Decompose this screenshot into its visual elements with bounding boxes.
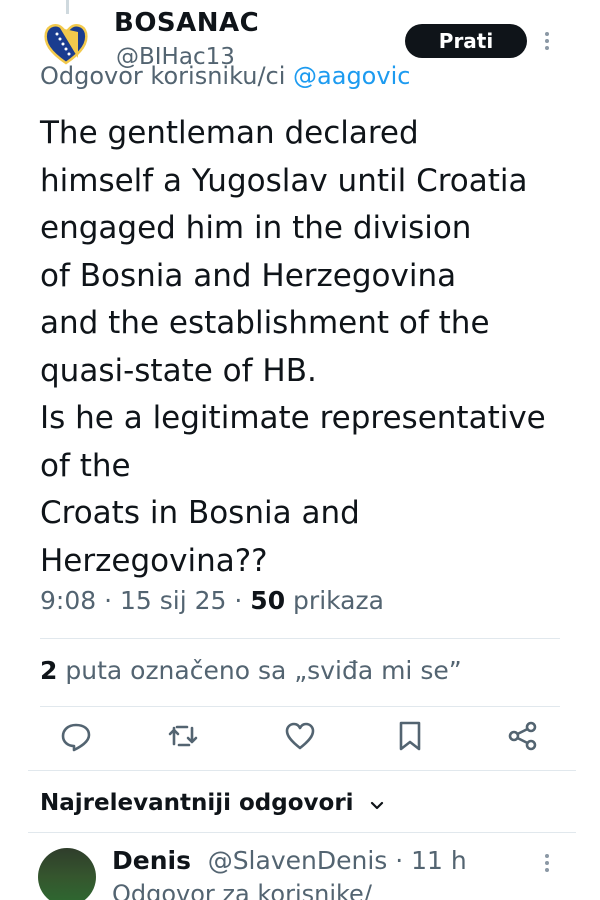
- divider: [40, 638, 560, 639]
- avatar[interactable]: [40, 16, 92, 68]
- tweet-text-line: Is he a legitimate representative: [40, 400, 546, 436]
- likes-count: 2: [40, 656, 58, 685]
- reply-prefix: Odgovor korisniku/ci: [40, 62, 286, 90]
- more-options-icon[interactable]: [540, 30, 554, 52]
- tweet-text: The gentleman declared himself a Yugosla…: [40, 110, 580, 585]
- replies-sort-dropdown[interactable]: Najrelevantniji odgovori: [40, 790, 384, 817]
- tweet-date[interactable]: 15 sij 25: [120, 586, 226, 615]
- reply-avatar[interactable]: [38, 848, 96, 900]
- retweet-icon[interactable]: [165, 718, 201, 754]
- tweet-text-line: quasi-state of HB.: [40, 352, 317, 389]
- tweet-meta: 9:08 · 15 sij 25 · 50 prikaza: [40, 586, 384, 615]
- reply-mention-link[interactable]: @aagovic: [293, 62, 410, 90]
- tweet-text-line: engaged him in the division: [40, 210, 472, 246]
- chevron-down-icon: [370, 791, 384, 817]
- divider: [28, 770, 576, 771]
- tweet-text-line: himself a Yugoslav until Croatia: [40, 162, 528, 199]
- reply-display-name[interactable]: Denis: [112, 846, 191, 875]
- replies-sort-label: Najrelevantniji odgovori: [40, 790, 354, 816]
- reply-more-options-icon[interactable]: [540, 852, 554, 874]
- tweet-text-line: of Bosnia and Herzegovina: [40, 257, 457, 294]
- reply-time[interactable]: 11 h: [411, 846, 467, 875]
- reply-context: Odgovor za korisnike/: [112, 880, 372, 900]
- reply-header: Denis @SlavenDenis · 11 h: [112, 846, 467, 875]
- thread-connector-line: [66, 0, 69, 14]
- views-count: 50: [250, 586, 286, 615]
- divider: [28, 832, 576, 833]
- likes-label: puta označeno sa „sviđa mi se”: [65, 656, 462, 685]
- tweet-detail-page: BOSANAC @BIHac13 Odgovor korisniku/ci @a…: [0, 0, 600, 900]
- bookmark-icon[interactable]: [392, 718, 428, 754]
- views-label: prikaza: [293, 586, 384, 615]
- reply-icon[interactable]: [58, 718, 94, 754]
- bih-heart-icon: [44, 24, 88, 65]
- reply-context: Odgovor korisniku/ci @aagovic: [40, 62, 410, 90]
- tweet-text-line: The gentleman declared: [40, 115, 419, 151]
- tweet-time[interactable]: 9:08: [40, 586, 96, 615]
- divider: [40, 706, 560, 707]
- share-icon[interactable]: [505, 718, 541, 754]
- like-icon[interactable]: [282, 718, 318, 754]
- tweet-actions-bar: [0, 718, 600, 758]
- reply-handle[interactable]: @SlavenDenis: [208, 846, 388, 875]
- display-name[interactable]: BOSANAC: [114, 8, 259, 38]
- tweet-text-line: Croats in Bosnia and: [40, 495, 360, 531]
- tweet-text-line: of the: [40, 447, 131, 484]
- tweet-text-line: and the establishment of the: [40, 305, 490, 341]
- tweet-text-line: Herzegovina??: [40, 542, 268, 579]
- likes-summary[interactable]: 2 puta označeno sa „sviđa mi se”: [40, 656, 462, 685]
- follow-button[interactable]: Prati: [405, 24, 527, 58]
